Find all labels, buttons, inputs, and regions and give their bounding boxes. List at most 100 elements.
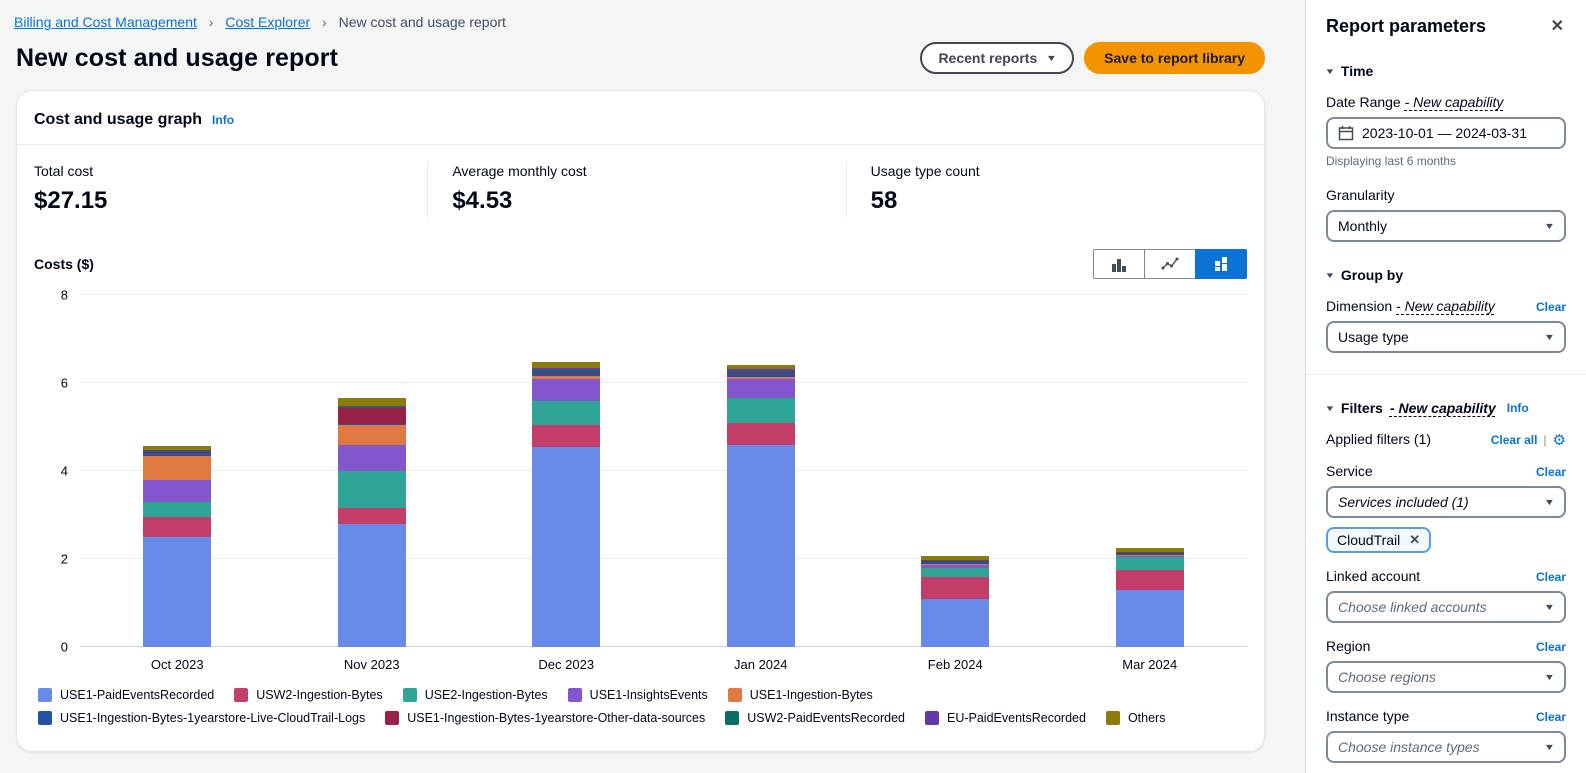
bar-segment[interactable] [338,524,406,647]
instance-type-filter-label: Instance type [1326,708,1409,724]
filter-token[interactable]: CloudTrail✕ [1326,527,1431,553]
legend-item[interactable]: USE1-Ingestion-Bytes-1yearstore-Live-Clo… [38,711,365,725]
bar-segment[interactable] [338,398,406,406]
recent-reports-label: Recent reports [938,50,1037,66]
bar-stack[interactable] [1116,548,1184,647]
bar-segment[interactable] [1116,590,1184,647]
line-chart-icon[interactable] [1144,249,1196,279]
filter-label-row: Linked accountClear [1326,568,1566,584]
bar-segment[interactable] [143,517,211,537]
legend-item[interactable]: USE1-Ingestion-Bytes [728,688,873,702]
bar-segment[interactable] [338,445,406,471]
bar-stack[interactable] [532,362,600,647]
bar-stack[interactable] [143,446,211,647]
info-link[interactable]: Info [212,113,234,127]
filters-info-link[interactable]: Info [1507,401,1529,415]
breadcrumb-link-billing[interactable]: Billing and Cost Management [14,14,197,30]
service-filter-label: Service [1326,463,1373,479]
region-filter-label: Region [1326,638,1370,654]
date-range-value: 2023-10-01 — 2024-03-31 [1362,125,1527,141]
bar-segment[interactable] [143,502,211,517]
filters-section-header[interactable]: ▼ Filters - New capability Info [1326,400,1566,416]
date-range-input[interactable]: 2023-10-01 — 2024-03-31 [1326,117,1566,149]
bar-segment[interactable] [532,401,600,425]
bar-segment[interactable] [727,423,795,445]
service-select[interactable]: Services included (1)▼ [1326,486,1566,518]
bar-segment[interactable] [532,425,600,447]
bar-segment[interactable] [921,577,989,599]
legend-item[interactable]: USE1-InsightsEvents [568,688,708,702]
bar-segment[interactable] [727,379,795,399]
bar-segment[interactable] [143,480,211,502]
legend-item[interactable]: USW2-PaidEventsRecorded [725,711,905,725]
bar-stack[interactable] [338,398,406,647]
bar-segment[interactable] [921,599,989,647]
legend-swatch [403,688,417,702]
bar-stack[interactable] [727,365,795,647]
bar-segment[interactable] [143,537,211,647]
group-by-section-header[interactable]: ▼ Group by [1326,267,1566,283]
x-tick-label: Nov 2023 [275,657,470,672]
remove-token-icon[interactable]: ✕ [1409,532,1420,548]
clear-region-link[interactable]: Clear [1536,640,1566,654]
bar-segment[interactable] [532,362,600,369]
clear-linked-account-link[interactable]: Clear [1536,570,1566,584]
dimension-select[interactable]: Usage type ▼ [1326,321,1566,353]
gear-icon[interactable]: ⚙ [1553,433,1566,448]
legend-swatch [385,711,399,725]
region-select[interactable]: Choose regions ▼ [1326,661,1566,693]
breadcrumb: Billing and Cost Management › Cost Explo… [0,0,1265,30]
breadcrumb-link-cost-explorer[interactable]: Cost Explorer [225,14,310,30]
clear-service-link[interactable]: Clear [1536,465,1566,479]
time-section-header[interactable]: ▼ Time [1326,63,1566,79]
filter-label-row: Service Clear [1326,463,1566,479]
bar-segment[interactable] [727,445,795,647]
x-tick-label: Mar 2024 [1053,657,1248,672]
stat-block: Usage type count58 [846,161,1264,217]
bar-segment[interactable] [532,447,600,647]
close-icon[interactable]: ✕ [1549,14,1566,38]
bar-segment[interactable] [1116,570,1184,590]
legend-item[interactable]: USE1-PaidEventsRecorded [38,688,214,702]
bar-segment[interactable] [532,379,600,401]
legend-item[interactable]: EU-PaidEventsRecorded [925,711,1086,725]
clear-all-link[interactable]: Clear all [1491,433,1538,447]
region-select-value: Choose regions [1338,669,1436,685]
bar-segment[interactable] [727,398,795,422]
bar-segment[interactable] [338,508,406,523]
bar-segment[interactable] [143,456,211,480]
chevron-down-icon: ▼ [1544,672,1556,682]
linked-account-select[interactable]: Choose linked accounts▼ [1326,591,1566,623]
bar-segment[interactable] [338,408,406,423]
clear-instance-type-link[interactable]: Clear [1536,710,1566,724]
save-to-report-library-button[interactable]: Save to report library [1084,42,1265,74]
bar-segment[interactable] [338,425,406,445]
stacked-bar-chart-icon[interactable] [1195,249,1247,279]
filter-group-service: Service Clear Services included (1)▼ CloudT… [1326,463,1566,553]
calendar-icon [1338,125,1354,141]
granularity-select[interactable]: Monthly ▼ [1326,210,1566,242]
instance-type-select[interactable]: Choose instance types▼ [1326,731,1566,763]
bar-column [858,295,1053,647]
bar-stack[interactable] [921,556,989,647]
caret-down-icon: ▼ [1324,271,1335,280]
divider: | [1543,433,1546,447]
legend-label: Others [1128,711,1166,725]
grouped-bar-chart-icon[interactable] [1093,249,1145,279]
y-tick-label: 8 [61,288,68,303]
legend-item[interactable]: USE1-Ingestion-Bytes-1yearstore-Other-da… [385,711,705,725]
bar-column [80,295,275,647]
bar-segment[interactable] [338,471,406,508]
legend-item[interactable]: USW2-Ingestion-Bytes [234,688,382,702]
recent-reports-button[interactable]: Recent reports ▼ [920,42,1074,74]
granularity-label: Granularity [1326,187,1566,203]
linked-account-select-value: Choose linked accounts [1338,599,1487,615]
legend-item[interactable]: USE2-Ingestion-Bytes [403,688,548,702]
stat-value: $27.15 [34,187,403,215]
bar-segment[interactable] [921,568,989,577]
clear-dimension-link[interactable]: Clear [1536,300,1566,314]
bar-segment[interactable] [1116,557,1184,570]
new-capability-note: - New capability [1390,400,1496,416]
section-divider [1306,374,1586,375]
legend-item[interactable]: Others [1106,711,1166,725]
